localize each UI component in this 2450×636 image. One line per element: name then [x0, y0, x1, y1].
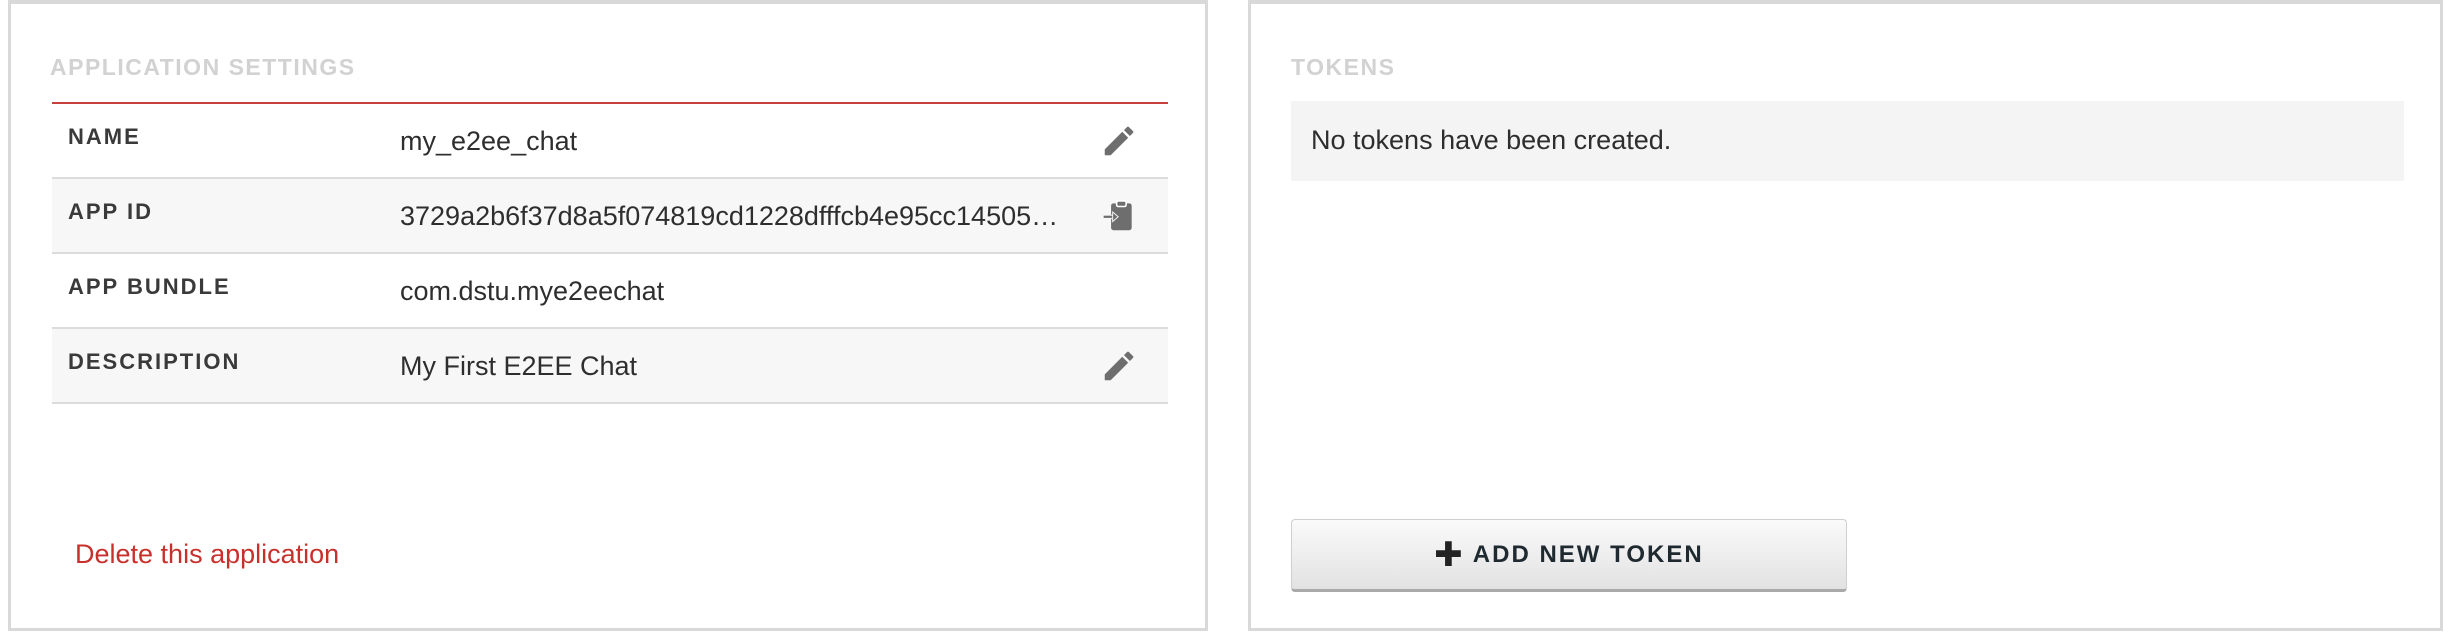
name-value: my_e2ee_chat: [400, 126, 578, 156]
copy-app-id-clipboard-icon[interactable]: [1100, 197, 1138, 235]
edit-description-pencil-icon[interactable]: [1100, 347, 1138, 385]
settings-row-app-id: APP ID 3729a2b6f37d8a5f074819cd1228dfffc…: [52, 179, 1168, 254]
name-label: NAME: [68, 124, 141, 149]
add-new-token-label: ADD NEW TOKEN: [1472, 540, 1704, 568]
application-settings-title: APPLICATION SETTINGS: [50, 54, 356, 80]
application-settings-panel: APPLICATION SETTINGS NAME my_e2ee_chat A…: [8, 0, 1208, 631]
delete-application-link[interactable]: Delete this application: [75, 539, 339, 570]
app-id-label: APP ID: [68, 199, 153, 224]
settings-table: NAME my_e2ee_chat APP ID 3729a2b6f37d8a5…: [52, 102, 1168, 404]
settings-row-name: NAME my_e2ee_chat: [52, 104, 1168, 179]
settings-row-app-bundle: APP BUNDLE com.dstu.mye2eechat: [52, 254, 1168, 329]
edit-name-pencil-icon[interactable]: [1100, 122, 1138, 160]
description-label: DESCRIPTION: [68, 349, 241, 374]
plus-icon: ✚: [1434, 535, 1463, 574]
tokens-panel: TOKENS No tokens have been created. ✚ AD…: [1248, 0, 2443, 631]
tokens-title: TOKENS: [1291, 54, 1396, 80]
app-bundle-label: APP BUNDLE: [68, 274, 231, 299]
tokens-empty-message: No tokens have been created.: [1311, 125, 1672, 155]
settings-row-description: DESCRIPTION My First E2EE Chat: [52, 329, 1168, 404]
app-bundle-value: com.dstu.mye2eechat: [400, 276, 665, 306]
tokens-empty-state: No tokens have been created.: [1291, 101, 2404, 181]
app-id-value: 3729a2b6f37d8a5f074819cd1228dfffcb4e95cc…: [400, 201, 1059, 231]
description-value: My First E2EE Chat: [400, 351, 638, 381]
add-new-token-button[interactable]: ✚ ADD NEW TOKEN: [1291, 519, 1847, 592]
